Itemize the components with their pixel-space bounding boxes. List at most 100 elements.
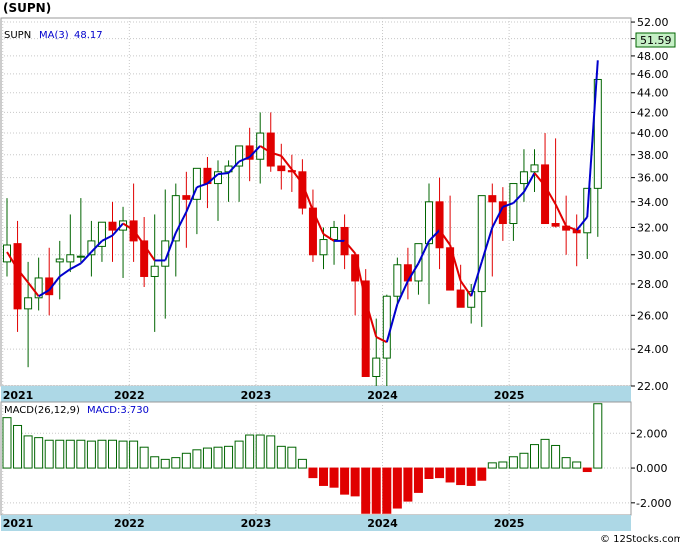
macd-bar (160, 458, 170, 469)
candle-body (266, 132, 275, 167)
macd-label: MACD(26,12,9) (4, 405, 80, 416)
candle-body (330, 226, 339, 241)
price-tick-label: 36.00 (637, 172, 669, 185)
macd-bar (540, 438, 550, 469)
candle-body (530, 164, 539, 173)
macd-bar (297, 458, 307, 469)
candle-body (488, 195, 497, 203)
candle-body (108, 221, 117, 231)
macd-bar (456, 467, 466, 486)
macd-bar (97, 439, 107, 469)
price-tick-label: 52.00 (637, 16, 669, 29)
price-tick-label: 42.00 (637, 106, 669, 119)
macd-y-axis: -2.000 0.000 2.000 (631, 427, 671, 510)
macd-bar (276, 445, 286, 469)
footer-credit: © 12Stocks.com (600, 534, 680, 545)
macd-bar (287, 446, 297, 469)
last-price-value: 51.59 (640, 34, 672, 47)
candle-body (372, 357, 381, 377)
macd-tick-label: 2.000 (636, 427, 668, 440)
macd-tick-label: -2.000 (636, 497, 671, 510)
macd-bar (202, 447, 212, 469)
macd-bar (466, 467, 476, 486)
macd-bar (308, 467, 318, 479)
macd-bar (371, 467, 381, 514)
macd-bar (319, 467, 328, 486)
price-tick-label: 44.00 (637, 87, 669, 100)
price-x-label: 2022 (114, 389, 145, 402)
macd-bar (392, 467, 402, 509)
macd-bar (139, 446, 149, 469)
price-tick-label: 34.00 (637, 196, 669, 209)
macd-bar (445, 467, 455, 483)
macd-bar (572, 461, 582, 469)
macd-bar (150, 456, 160, 469)
macd-bar (340, 467, 350, 495)
legend-ma-value: 48.17 (74, 30, 103, 41)
candle-body (393, 264, 402, 297)
macd-bar (44, 439, 54, 469)
macd-bar (361, 467, 371, 514)
macd-bar (413, 467, 423, 493)
macd-bar (13, 424, 23, 469)
macd-value-label: MACD:3.730 (87, 405, 149, 416)
candle-body (361, 280, 370, 377)
price-x-label: 2024 (367, 389, 398, 402)
macd-bar (350, 467, 360, 497)
candle-body (551, 223, 560, 227)
price-x-label: 2023 (241, 389, 272, 402)
macd-bar (519, 452, 529, 469)
macd-bar (530, 444, 539, 469)
price-tick-label: 40.00 (637, 127, 669, 140)
legend-ma-label: MA(3) (39, 30, 69, 41)
price-tick-label: 38.00 (637, 149, 669, 162)
macd-bar (382, 467, 392, 514)
macd-bar (487, 462, 497, 469)
macd-bar (424, 467, 434, 479)
macd-bar (582, 467, 592, 473)
macd-bar (55, 439, 65, 469)
macd-x-label: 2024 (367, 517, 398, 530)
candle-body (456, 289, 465, 308)
macd-bar (34, 437, 44, 469)
macd-bar (129, 440, 139, 469)
macd-tick-label: 0.000 (636, 462, 668, 475)
macd-bar (213, 446, 223, 469)
candle-body (382, 295, 391, 359)
price-x-label: 2025 (494, 389, 525, 402)
chart-title: (SUPN) (3, 1, 51, 15)
macd-bar (403, 467, 413, 502)
macd-bar (234, 440, 244, 469)
price-tick-label: 24.00 (637, 343, 669, 356)
macd-x-label: 2022 (114, 517, 145, 530)
macd-x-label: 2021 (3, 517, 34, 530)
price-tick-label: 26.00 (637, 309, 669, 322)
macd-x-axis-band (1, 515, 631, 531)
macd-bar (2, 417, 12, 469)
candle-body (150, 265, 159, 277)
macd-bar (23, 435, 33, 469)
macd-bar (255, 434, 265, 469)
candle-body (477, 195, 486, 293)
candle-body (66, 254, 75, 263)
price-tick-label: 46.00 (637, 68, 669, 81)
macd-bar (266, 435, 276, 469)
candle-body (13, 243, 22, 310)
macd-x-label: 2023 (241, 517, 272, 530)
ma-segment (217, 171, 229, 176)
macd-bar (192, 449, 202, 469)
macd-bar (118, 440, 128, 469)
legend-symbol: SUPN (4, 30, 31, 41)
price-tick-label: 28.00 (637, 278, 669, 291)
macd-bar (551, 444, 561, 469)
candle-body (55, 258, 64, 263)
macd-bar (477, 467, 487, 481)
candle-body (319, 239, 328, 256)
candle-body (541, 164, 550, 225)
macd-x-label: 2025 (494, 517, 525, 530)
macd-bar (76, 439, 86, 469)
macd-bar (593, 403, 603, 469)
candle-body (572, 229, 581, 234)
candle-body (519, 171, 528, 185)
price-tick-label: 22.00 (637, 380, 669, 393)
